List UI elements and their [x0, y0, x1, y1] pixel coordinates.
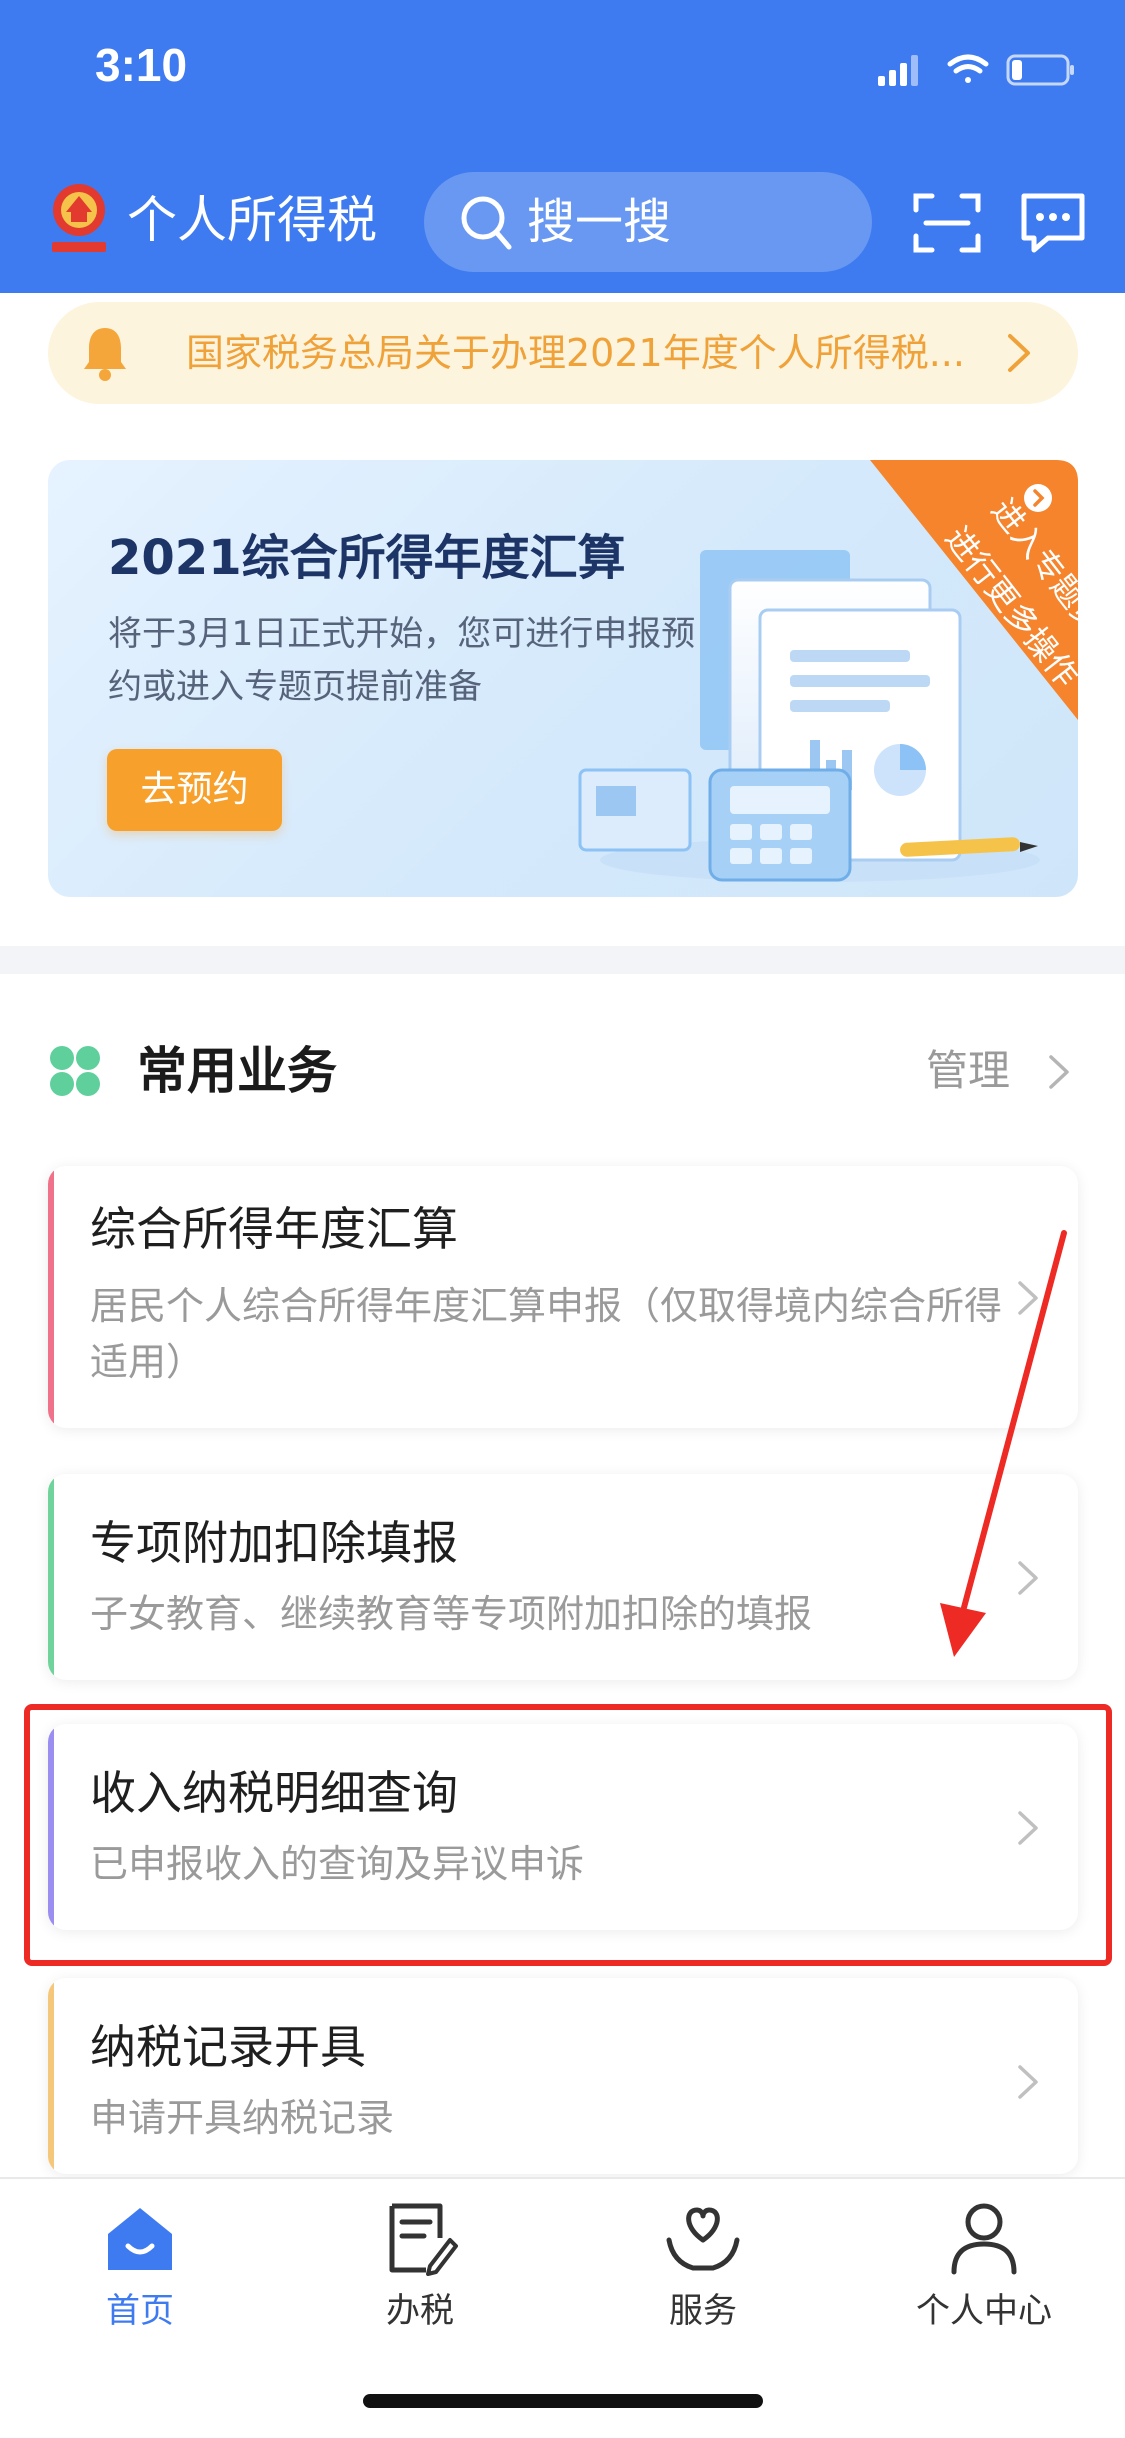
- banner-title: 2021综合所得年度汇算: [108, 530, 626, 586]
- scan-icon[interactable]: [912, 190, 982, 256]
- card-title: 综合所得年度汇算: [90, 1202, 458, 1256]
- tab-tax[interactable]: 办税: [320, 2196, 520, 2336]
- person-icon: [951, 2203, 1017, 2275]
- app-title: 个人所得税: [127, 191, 377, 249]
- card-accent-bar: [48, 1474, 54, 1680]
- edit-document-icon: [389, 2203, 458, 2276]
- wifi-icon: [947, 54, 989, 83]
- tab-label: 首页: [106, 2291, 174, 2331]
- bell-icon: [84, 328, 126, 381]
- tab-label: 办税: [386, 2291, 454, 2331]
- search-placeholder[interactable]: 搜一搜: [527, 192, 671, 252]
- section-divider: [0, 946, 1125, 974]
- status-icons: [878, 54, 1074, 86]
- tab-home[interactable]: 首页: [40, 2196, 240, 2336]
- manage-link[interactable]: 管理: [926, 1042, 1010, 1100]
- search-icon: [461, 196, 512, 250]
- home-indicator: [363, 2394, 763, 2408]
- corner-ribbon[interactable]: 进入专题页 进行更多操作: [870, 460, 1078, 720]
- card-description: 申请开具纳税记录: [90, 2096, 395, 2140]
- card-description: 居民个人综合所得年度汇算申报（仅取得境内综合所得适用）: [90, 1284, 1003, 1384]
- card-accent-bar: [48, 1166, 54, 1428]
- chevron-right-icon: [1008, 334, 1030, 372]
- home-icon: [108, 2208, 172, 2270]
- tab-personal-center[interactable]: 个人中心: [884, 2196, 1084, 2336]
- notice-text[interactable]: 国家税务总局关于办理2021年度个人所得税...: [186, 328, 965, 378]
- chevron-right-icon: [1049, 1055, 1069, 1089]
- tax-emblem-logo: [52, 184, 106, 252]
- annotation-arrow-icon: [940, 1230, 1067, 1657]
- tab-service[interactable]: 服务: [603, 2196, 803, 2336]
- signal-icon: [878, 55, 918, 86]
- card-title: 专项附加扣除填报: [90, 1516, 458, 1570]
- banner-description: 将于3月1日正式开始，您可进行申报预约或进入专题页提前准备: [108, 614, 696, 707]
- chevron-right-icon: [1018, 2065, 1038, 2099]
- heart-hands-icon: [666, 2207, 740, 2271]
- highlight-annotation-box: [24, 1704, 1112, 1966]
- status-time: 3:10: [95, 39, 188, 91]
- battery-icon: [1006, 54, 1074, 86]
- tab-label: 服务: [669, 2291, 737, 2331]
- service-card-tax-record[interactable]: 纳税记录开具 申请开具纳税记录: [48, 1978, 1078, 2174]
- tab-label: 个人中心: [916, 2291, 1052, 2331]
- section-title: 常用业务: [137, 1042, 337, 1100]
- reserve-button[interactable]: 去预约: [107, 749, 282, 831]
- grid-clover-icon: [50, 1046, 100, 1096]
- card-description: 子女教育、继续教育等专项附加扣除的填报: [90, 1592, 813, 1636]
- message-icon[interactable]: [1018, 188, 1088, 258]
- card-title: 纳税记录开具: [90, 2020, 366, 2074]
- card-accent-bar: [48, 1978, 54, 2174]
